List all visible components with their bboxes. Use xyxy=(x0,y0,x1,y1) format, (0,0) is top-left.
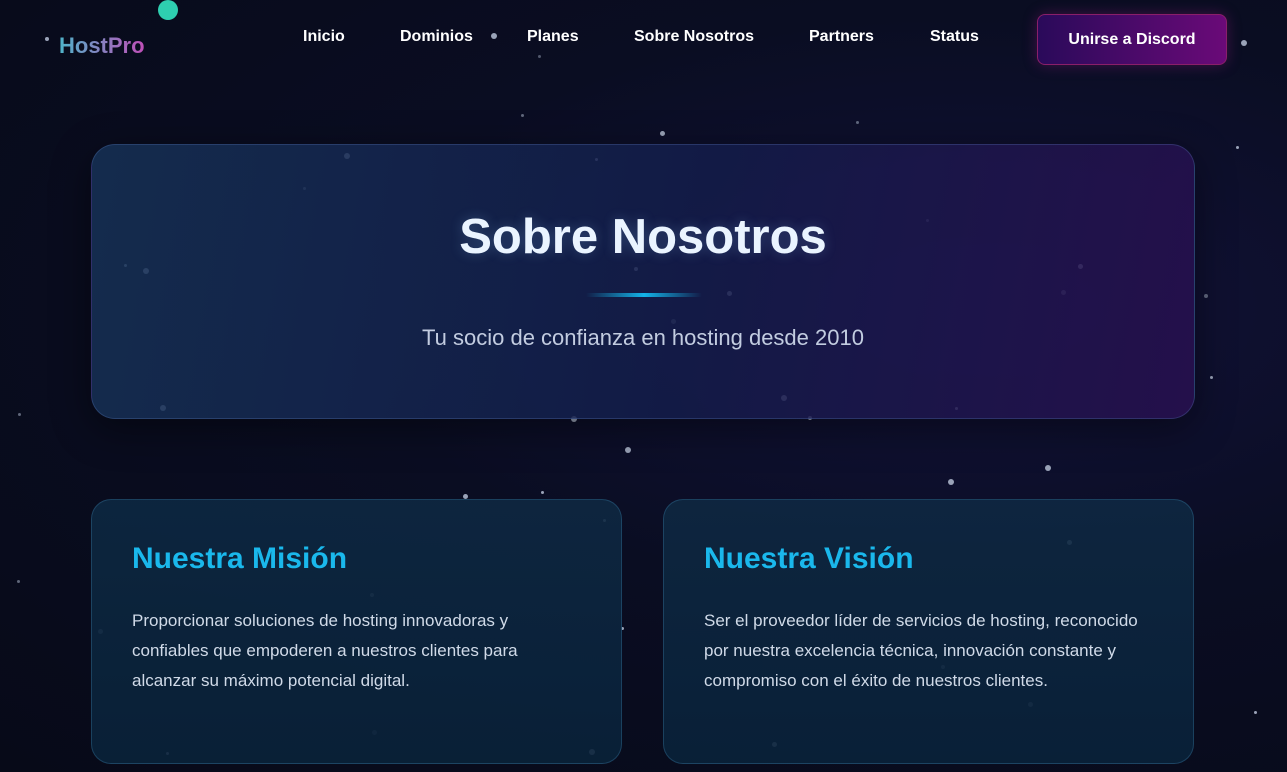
page-subtitle: Tu socio de confianza en hosting desde 2… xyxy=(422,325,864,350)
brand-logo[interactable]: HostPro xyxy=(59,33,145,59)
vision-card: Nuestra Visión Ser el proveedor líder de… xyxy=(663,499,1194,764)
hero-panel: Sobre Nosotros Tu socio de confianza en … xyxy=(91,144,1195,419)
vision-title: Nuestra Visión xyxy=(704,542,914,575)
vision-text: Ser el proveedor líder de servicios de h… xyxy=(704,611,1138,690)
mission-card: Nuestra Misión Proporcionar soluciones d… xyxy=(91,499,622,764)
nav-item-partners[interactable]: Partners xyxy=(809,28,874,46)
mission-title: Nuestra Misión xyxy=(132,542,348,575)
page-title: Sobre Nosotros xyxy=(459,210,827,264)
nav-item-dominios[interactable]: Dominios xyxy=(400,28,473,46)
nav-item-planes[interactable]: Planes xyxy=(527,28,579,46)
nav-item-sobre-nosotros[interactable]: Sobre Nosotros xyxy=(634,28,754,46)
nav-item-status[interactable]: Status xyxy=(930,28,979,46)
nav-item-inicio[interactable]: Inicio xyxy=(303,28,345,46)
mission-text: Proporcionar soluciones de hosting innov… xyxy=(132,611,518,690)
title-divider xyxy=(586,293,702,297)
join-discord-button[interactable]: Unirse a Discord xyxy=(1037,14,1227,65)
logo-dot-icon xyxy=(158,0,178,20)
